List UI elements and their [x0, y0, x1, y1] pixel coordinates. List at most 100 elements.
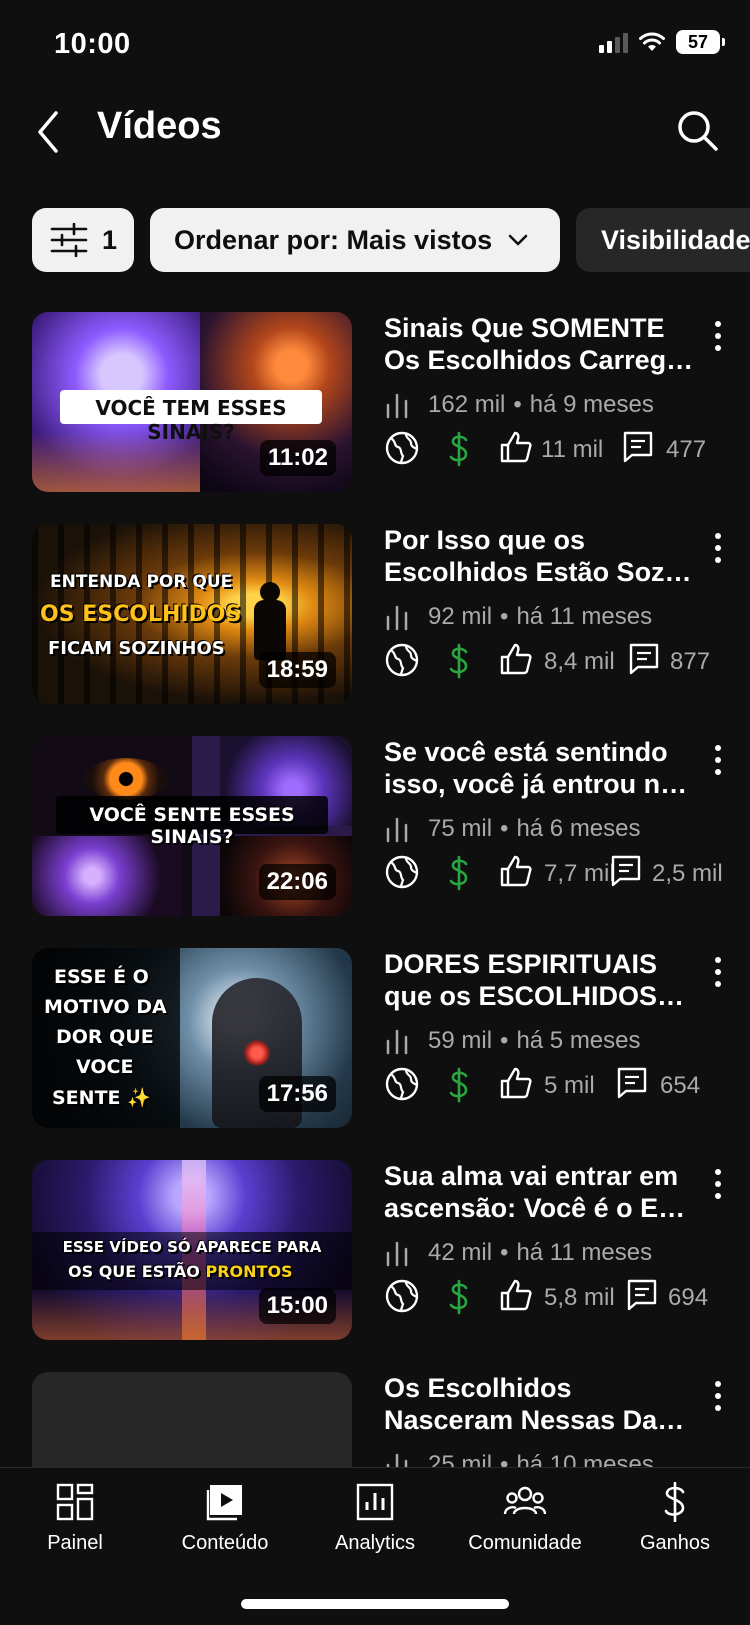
- thumbnail-caption-line: SENTE ✨: [52, 1087, 151, 1109]
- video-item[interactable]: Os Escolhidos Nasceram Nessas Da… 25 mil…: [0, 1372, 750, 1467]
- video-item[interactable]: ENTENDA POR QUE OS ESCOLHIDOS FICAM SOZI…: [0, 524, 750, 704]
- chevron-down-icon: [508, 234, 528, 246]
- nav-label: Ganhos: [639, 1532, 711, 1554]
- earn-icon: [664, 1482, 685, 1522]
- public-globe-icon: [385, 1067, 419, 1101]
- publish-age: há 11 meses: [516, 1239, 653, 1266]
- battery-indicator: 57: [676, 30, 725, 54]
- publish-age: há 11 meses: [516, 603, 653, 630]
- like-count: 11 mil: [541, 436, 604, 463]
- nav-item-painel[interactable]: Painel: [0, 1482, 150, 1555]
- like-count: 8,4 mil: [544, 648, 615, 675]
- thumbnail-caption-line: MOTIVO DA: [44, 996, 167, 1018]
- publish-age: há 9 meses: [529, 391, 654, 418]
- public-globe-icon: [385, 1279, 419, 1313]
- video-title[interactable]: Por Isso que os Escolhidos Estão Soz…: [384, 524, 704, 588]
- video-thumbnail[interactable]: ESSE VÍDEO SÓ APARECE PARA OS QUE ESTÃO …: [32, 1160, 352, 1340]
- video-thumbnail[interactable]: VOCÊ SENTE ESSES SINAIS? 22:06: [32, 736, 352, 916]
- comment-icon: [611, 855, 641, 887]
- filter-chips-bar: 1 Ordenar por: Mais vistos Visibilidade: [0, 208, 750, 272]
- home-indicator[interactable]: [241, 1599, 509, 1609]
- monetization-dollar-icon: [449, 855, 468, 891]
- like-thumb-icon: [500, 1279, 532, 1311]
- video-duration: 22:06: [258, 864, 336, 900]
- video-list: VOCÊ TEM ESSES SINAIS? 11:02 Sinais Que …: [0, 312, 750, 1467]
- sort-dropdown[interactable]: Ordenar por: Mais vistos: [150, 208, 560, 272]
- more-options-icon[interactable]: [706, 316, 730, 356]
- view-count: 162 mil: [428, 391, 506, 418]
- view-count: 59 mil: [428, 1027, 493, 1054]
- nav-label: Conteúdo: [181, 1532, 269, 1554]
- filter-button[interactable]: 1: [32, 208, 134, 272]
- nav-item-conteudo[interactable]: Conteúdo: [150, 1482, 300, 1555]
- view-count: 92 mil: [428, 603, 493, 630]
- comment-count: 2,5 mil: [652, 860, 723, 887]
- video-title[interactable]: Sinais Que SOMENTE Os Escolhidos Carreg…: [384, 312, 704, 376]
- video-thumbnail[interactable]: ESSE É O MOTIVO DA DOR QUE VOCE SENTE ✨ …: [32, 948, 352, 1128]
- video-item[interactable]: VOCÊ SENTE ESSES SINAIS? 22:06 Se você e…: [0, 736, 750, 916]
- video-title[interactable]: Sua alma vai entrar em ascensão: Você é …: [384, 1160, 704, 1224]
- more-options-icon[interactable]: [706, 528, 730, 568]
- search-icon[interactable]: [674, 107, 722, 155]
- comment-icon: [617, 1067, 647, 1099]
- video-duration: 17:56: [258, 1076, 336, 1112]
- video-stats: 162 mil • há 9 meses: [384, 390, 654, 420]
- thumbnail-caption-line: FICAM SOZINHOS: [48, 638, 225, 659]
- thumbnail-caption: VOCÊ SENTE ESSES SINAIS?: [89, 804, 295, 848]
- video-item[interactable]: VOCÊ TEM ESSES SINAIS? 11:02 Sinais Que …: [0, 312, 750, 492]
- thumbnail-caption-line: ESSE VÍDEO SÓ APARECE PARA: [62, 1238, 322, 1256]
- monetization-dollar-icon: [449, 1067, 468, 1103]
- more-options-icon[interactable]: [706, 1376, 730, 1416]
- video-item[interactable]: ESSE VÍDEO SÓ APARECE PARA OS QUE ESTÃO …: [0, 1160, 750, 1340]
- comment-icon: [629, 643, 659, 675]
- comment-count: 477: [666, 436, 707, 463]
- public-globe-icon: [385, 643, 419, 677]
- more-options-icon[interactable]: [706, 1164, 730, 1204]
- thumbnail-caption-line: DOR QUE: [56, 1026, 154, 1048]
- comment-icon: [627, 1279, 657, 1311]
- video-thumbnail[interactable]: ENTENDA POR QUE OS ESCOLHIDOS FICAM SOZI…: [32, 524, 352, 704]
- video-duration: 15:00: [258, 1288, 336, 1324]
- visibility-chip[interactable]: Visibilidade: [576, 208, 750, 272]
- thumbnail-caption-line: OS QUE ESTÃO PRONTOS: [68, 1262, 293, 1281]
- nav-item-ganhos[interactable]: Ganhos: [600, 1482, 750, 1555]
- back-chevron-icon[interactable]: [28, 105, 78, 155]
- dashboard-icon: [56, 1483, 94, 1521]
- views-bars-icon: [386, 817, 408, 843]
- thumbnail-caption-line: OS ESCOLHIDOS: [40, 602, 242, 627]
- publish-age: há 5 meses: [516, 1027, 641, 1054]
- video-metrics: 7,7 mil 2,5 mil: [384, 854, 744, 894]
- nav-item-comunidade[interactable]: Comunidade: [450, 1482, 600, 1555]
- comment-count: 654: [660, 1072, 701, 1099]
- video-thumbnail[interactable]: [32, 1372, 352, 1467]
- like-thumb-icon: [500, 1067, 532, 1099]
- status-time: 10:00: [54, 28, 131, 60]
- page-title: Vídeos: [97, 105, 222, 147]
- views-bars-icon: [386, 1453, 408, 1467]
- public-globe-icon: [385, 855, 419, 889]
- video-thumbnail[interactable]: VOCÊ TEM ESSES SINAIS? 11:02: [32, 312, 352, 492]
- comment-count: 877: [670, 648, 711, 675]
- video-title[interactable]: Se você está sentindo isso, você já entr…: [384, 736, 704, 800]
- video-stats: 42 mil • há 11 meses: [384, 1238, 652, 1268]
- wifi-icon: [639, 32, 665, 51]
- video-title[interactable]: Os Escolhidos Nasceram Nessas Da…: [384, 1372, 704, 1436]
- views-bars-icon: [386, 1241, 408, 1267]
- filter-count: 1: [102, 224, 118, 255]
- like-count: 7,7 mil: [544, 860, 615, 887]
- like-count: 5 mil: [544, 1072, 595, 1099]
- thumbnail-caption-line: VOCE: [76, 1056, 134, 1078]
- more-options-icon[interactable]: [706, 740, 730, 780]
- community-icon: [503, 1486, 547, 1515]
- eye-image: [84, 758, 168, 800]
- video-item[interactable]: ESSE É O MOTIVO DA DOR QUE VOCE SENTE ✨ …: [0, 948, 750, 1128]
- analytics-icon: [356, 1483, 394, 1521]
- like-thumb-icon: [500, 855, 532, 887]
- comment-count: 694: [668, 1284, 709, 1311]
- thumbnail-caption: VOCÊ TEM ESSES SINAIS?: [95, 396, 287, 444]
- nav-item-analytics[interactable]: Analytics: [300, 1482, 450, 1555]
- view-count: 25 mil: [428, 1451, 493, 1467]
- video-title[interactable]: DORES ESPIRITUAIS que os ESCOLHIDOS…: [384, 948, 704, 1012]
- video-duration: 18:59: [258, 652, 336, 688]
- more-options-icon[interactable]: [706, 952, 730, 992]
